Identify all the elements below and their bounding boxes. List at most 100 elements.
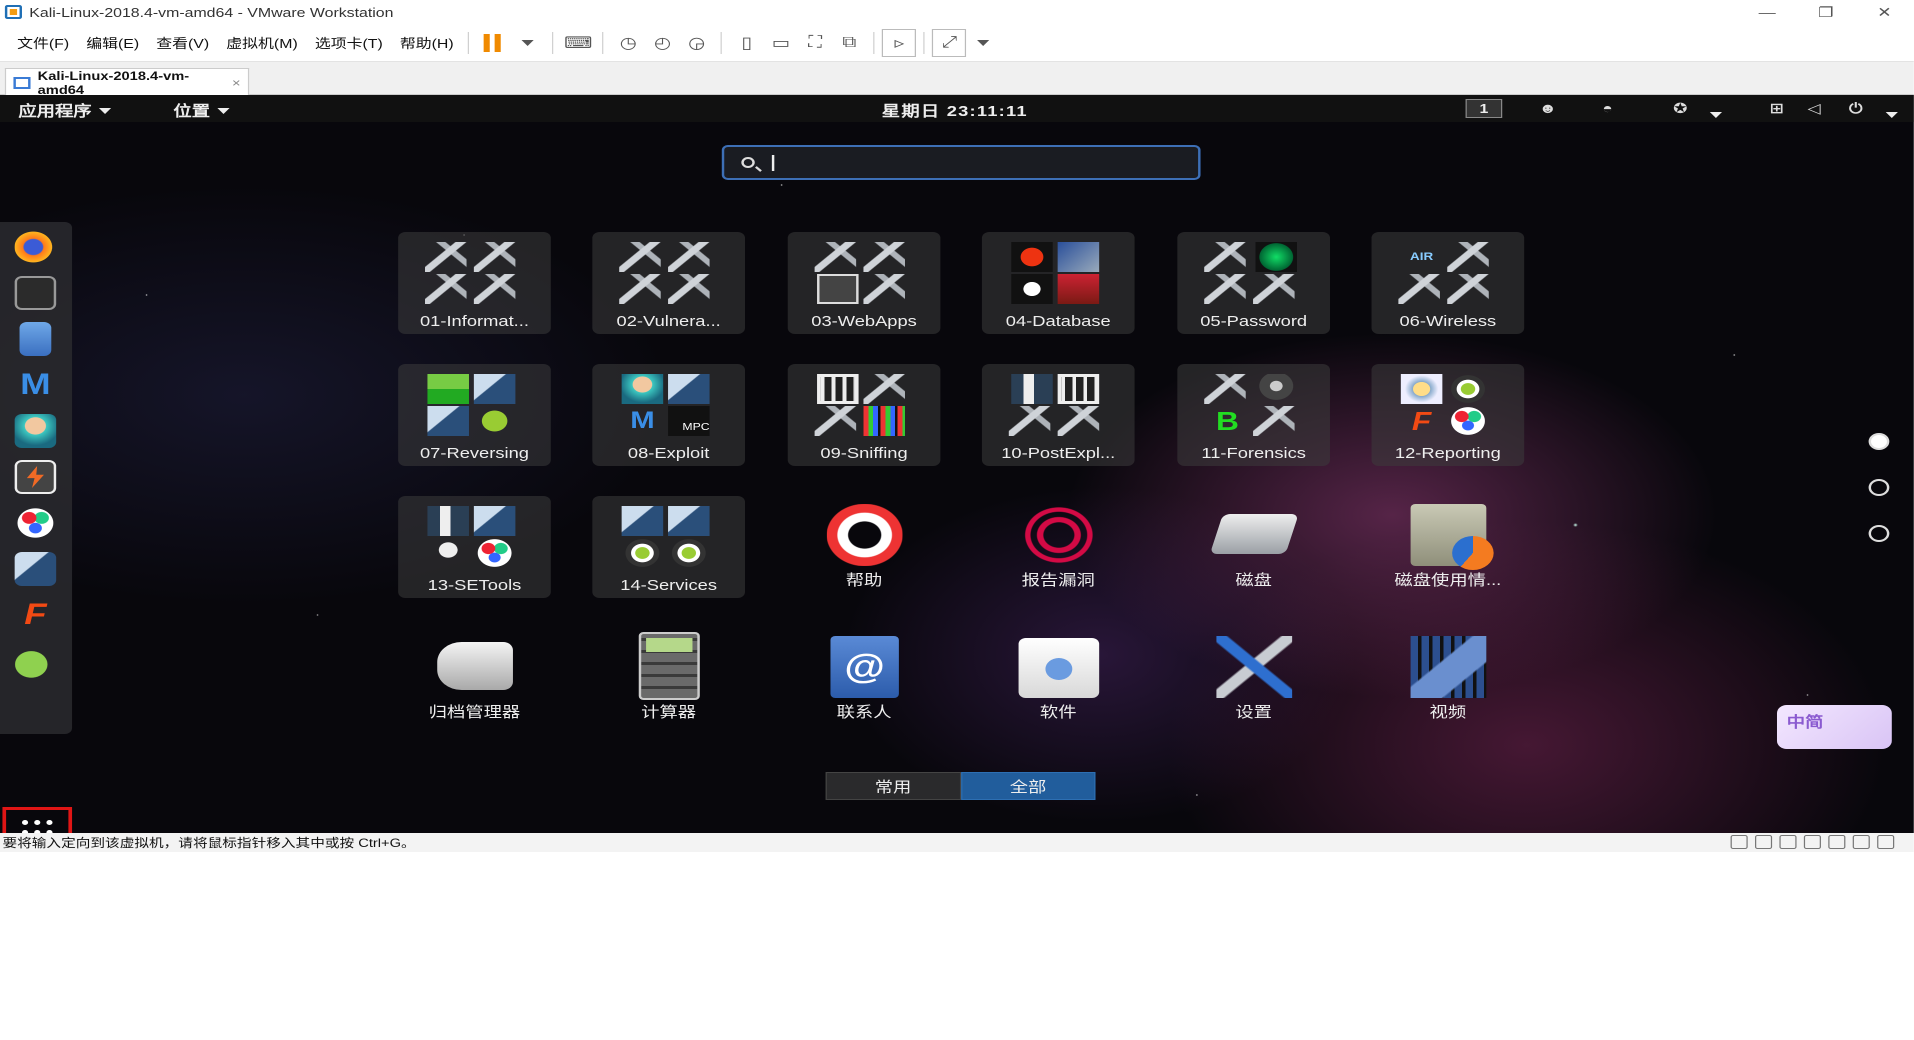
volume-muted-icon[interactable]: ◁ [1808,100,1821,117]
folder-10-postexploitation[interactable]: 10-PostExpl... [981,364,1135,466]
eye-hidden-icon[interactable]: ◓ [1602,100,1612,116]
folder-12-reporting[interactable]: F 12-Reporting [1371,364,1525,466]
menu-tabs[interactable]: 选项卡(T) [308,33,391,52]
pause-button[interactable] [477,29,511,57]
menu-edit[interactable]: 编辑(E) [79,33,147,52]
files-icon[interactable] [19,322,52,356]
sound-icon[interactable] [1828,835,1846,849]
tab-kali-vm[interactable]: Kali-Linux-2018.4-vm-amd64 × [4,68,250,97]
app-videos[interactable]: 视频 [1372,628,1525,730]
apktool-icon [427,374,469,404]
maltego-icon[interactable] [14,506,57,540]
show-library-button[interactable]: ▯ [730,29,764,57]
folder-02-vulnerability[interactable]: 02-Vulnera... [592,232,745,334]
network-adapter-icon[interactable] [1779,835,1797,849]
places-menu[interactable]: 位置 [173,100,230,121]
metasploit-icon[interactable]: M [15,368,57,402]
input-method-widget[interactable]: 中简 [1776,705,1892,749]
spy-icon [1255,374,1298,404]
menu-view[interactable]: 查看(V) [149,33,217,52]
folder-label: 08-Exploit [627,445,710,462]
page-indicator-3[interactable] [1868,525,1890,542]
hdd-icon[interactable] [1730,835,1748,849]
message-icon[interactable] [1877,835,1895,849]
page-indicator-2[interactable] [1868,479,1890,496]
software-bag-icon [1018,638,1100,698]
printer-icon[interactable] [1852,835,1870,849]
fullscreen-button[interactable]: ⛶ [798,29,832,57]
page-indicator-1[interactable] [1868,433,1890,450]
faraday-icon[interactable]: F [15,598,57,632]
app-help[interactable]: 帮助 [788,496,941,598]
folder-09-sniffing[interactable]: 09-Sniffing [787,364,941,466]
tool-icon [425,242,467,272]
maximize-button[interactable]: ❐ [1797,0,1856,24]
armitage-icon[interactable] [14,414,57,448]
app-disks[interactable]: 磁盘 [1177,496,1330,598]
folder-08-exploit[interactable]: M MPC 08-Exploit [592,364,745,466]
folder-04-database[interactable]: 04-Database [981,232,1135,334]
accessibility-icon[interactable]: ✪ [1673,100,1687,117]
app-report-bug[interactable]: 报告漏洞 [982,496,1135,598]
tool-icon [668,242,710,272]
search-input[interactable] [721,145,1201,180]
folder-11-forensics[interactable]: B 11-Forensics [1177,364,1330,466]
chevron-down-icon[interactable] [1885,105,1898,121]
app-archive-manager[interactable]: 归档管理器 [398,628,551,730]
send-ctrl-alt-del-button[interactable]: ⌨ [561,29,595,57]
chevron-down-icon [98,107,112,114]
tab-close-button[interactable]: × [232,76,241,90]
clock[interactable]: 星期日 23:11:11 [882,100,1028,121]
beef-icon[interactable] [14,552,57,586]
minimize-button[interactable]: — [1738,0,1797,24]
console-view-button[interactable]: ▹ [882,28,917,57]
firefox-icon[interactable] [14,230,57,264]
tool-icon [668,274,710,304]
network-icon[interactable]: ⊞ [1770,100,1784,117]
all-button[interactable]: 全部 [960,772,1096,800]
menu-vm[interactable]: 虚拟机(M) [219,33,305,52]
folder-05-password[interactable]: 05-Password [1177,232,1330,334]
applications-menu[interactable]: 应用程序 [18,100,112,121]
folder-06-wireless[interactable]: AIR 06-Wireless [1371,232,1525,334]
app-software[interactable]: 软件 [982,628,1135,730]
videos-icon [1410,636,1487,698]
app-label: 磁盘使用情... [1394,572,1502,589]
close-button[interactable]: ✕ [1855,0,1914,24]
frequent-button[interactable]: 常用 [825,772,961,800]
app-settings[interactable]: 设置 [1177,628,1330,730]
folder-03-webapps[interactable]: 03-WebApps [787,232,941,334]
dash-favorites: M F [0,222,73,833]
show-thumbnails-button[interactable]: ▭ [764,29,798,57]
stretch-dropdown-button[interactable] [967,29,1001,57]
folder-13-setools[interactable]: 13-SETools [398,496,551,598]
terminal-icon[interactable] [14,276,57,310]
workspace-indicator[interactable]: 1 [1465,99,1503,118]
folder-01-information[interactable]: 01-Informat... [398,232,551,334]
guest-screen[interactable]: 应用程序 位置 星期日 23:11:11 1 ☻ ◓ ✪ ⊞ ◁ ⏻ M F 0… [0,95,1914,833]
menu-file[interactable]: 文件(F) [10,33,77,52]
pause-dropdown-button[interactable] [511,29,545,57]
sqlninja-icon [1011,242,1053,272]
applications-menu-label: 应用程序 [18,103,92,120]
snapshot-manager-button[interactable]: ◶ [680,29,714,57]
unity-button[interactable]: ⧉ [832,29,866,57]
app-label: 报告漏洞 [1021,572,1095,589]
folder-14-services[interactable]: 14-Services [592,496,745,598]
revert-snapshot-button[interactable]: ◴ [645,29,679,57]
snapshot-button[interactable]: ◷ [611,29,645,57]
leafpad-icon[interactable] [14,644,57,678]
show-applications-button[interactable] [2,807,73,833]
stretch-button[interactable]: ⤢ [932,28,967,57]
app-disk-usage[interactable]: 磁盘使用情... [1372,496,1525,598]
chevron-down-icon[interactable] [1709,105,1723,121]
folder-07-reversing[interactable]: 07-Reversing [398,364,551,466]
usb-icon[interactable] [1803,835,1821,849]
app-calculator[interactable]: 计算器 [592,628,745,730]
cd-icon[interactable] [1755,835,1773,849]
app-contacts[interactable]: @ 联系人 [788,628,941,730]
burpsuite-icon[interactable] [14,460,57,494]
menu-help[interactable]: 帮助(H) [393,33,461,52]
users-icon[interactable]: ☻ [1539,100,1557,116]
power-icon[interactable]: ⏻ [1849,100,1863,117]
